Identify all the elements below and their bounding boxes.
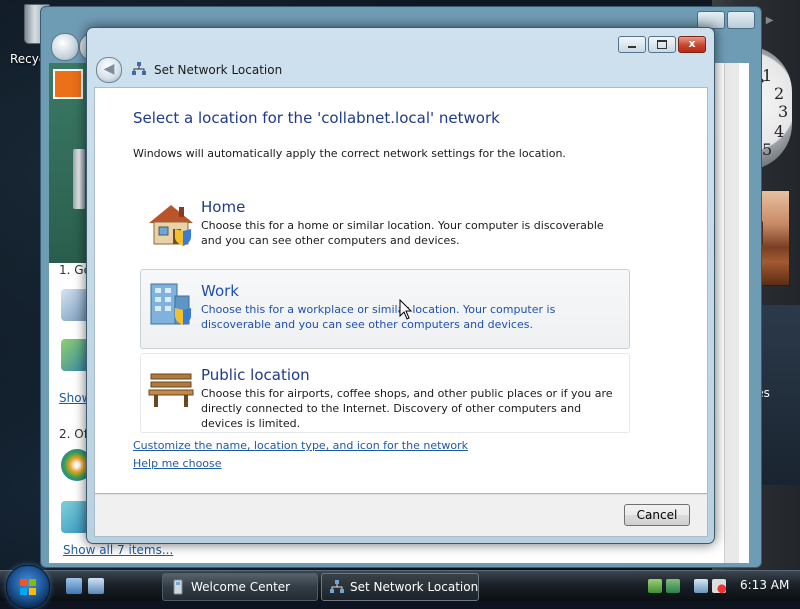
clock-number: 5 — [762, 140, 773, 159]
welcome-maximize-button[interactable] — [727, 11, 755, 29]
start-button[interactable] — [6, 565, 50, 609]
option-home-title: Home — [201, 198, 246, 216]
show-all-items-link[interactable]: Show all 7 items... — [63, 543, 173, 557]
switch-windows-icon[interactable] — [88, 578, 104, 594]
welcome-section-offers: 2. Of — [59, 427, 88, 441]
security-center-icon[interactable] — [648, 579, 662, 593]
option-public-title: Public location — [201, 366, 310, 384]
computer-icon — [73, 149, 85, 209]
system-clock[interactable]: 6:13 AM — [740, 578, 789, 592]
option-home[interactable]: Home Choose this for a home or similar l… — [140, 196, 630, 256]
mouse-cursor-icon — [399, 299, 413, 320]
tray-spacer — [684, 579, 690, 593]
welcome-back-button[interactable] — [51, 33, 79, 61]
option-public-description: Choose this for airports, coffee shops, … — [201, 387, 613, 430]
user-picture-icon — [53, 69, 83, 99]
taskbar-label: Set Network Location — [350, 580, 479, 594]
maximize-button[interactable] — [648, 36, 676, 53]
clock-number: 4 — [774, 122, 785, 141]
minimize-icon — [628, 46, 636, 48]
show-desktop-icon[interactable] — [66, 578, 82, 594]
close-button[interactable]: x — [678, 36, 706, 53]
park-bench-icon — [148, 373, 194, 407]
cancel-button[interactable]: Cancel — [624, 504, 690, 526]
network-icon — [330, 580, 344, 593]
taskbar: Welcome Center Set Network Location 6:13… — [0, 565, 800, 609]
clock-number: 3 — [778, 102, 789, 121]
maximize-icon — [657, 40, 667, 49]
help-me-choose-link[interactable]: Help me choose — [133, 457, 222, 470]
office-building-icon — [150, 283, 191, 325]
intro-text: Windows will automatically apply the cor… — [133, 147, 566, 160]
welcome-center-icon — [173, 579, 183, 595]
house-icon — [149, 205, 193, 246]
network-status-icon[interactable] — [694, 579, 708, 593]
dialog-window-controls: x — [618, 36, 706, 53]
minimize-button[interactable] — [618, 36, 646, 53]
dialog-footer: Cancel — [94, 494, 708, 537]
page-heading: Select a location for the 'collabnet.loc… — [133, 109, 500, 127]
volume-muted-icon[interactable] — [712, 579, 726, 593]
option-work-title: Work — [201, 282, 239, 300]
set-network-location-dialog: x ◀ Set Network Location Select a locati… — [86, 27, 715, 544]
option-work[interactable]: Work Choose this for a workplace or simi… — [140, 269, 630, 349]
welcome-scrollbar[interactable] — [724, 63, 739, 563]
option-home-description: Choose this for a home or similar locati… — [201, 219, 604, 247]
windows-defender-icon[interactable] — [666, 579, 680, 593]
dialog-title: Set Network Location — [154, 63, 283, 77]
network-icon — [132, 62, 146, 75]
taskbar-button-set-network-location[interactable]: Set Network Location — [321, 573, 479, 601]
clock-number: 1 — [762, 66, 773, 85]
taskbar-label: Welcome Center — [191, 580, 291, 594]
back-button[interactable]: ◀ — [96, 57, 122, 83]
system-tray — [648, 576, 726, 596]
customize-network-link[interactable]: Customize the name, location type, and i… — [133, 439, 468, 452]
dialog-body: Select a location for the 'collabnet.loc… — [94, 87, 708, 494]
clock-number: 2 — [774, 84, 785, 103]
windows-flag-icon — [20, 579, 36, 595]
option-public-location[interactable]: Public location Choose this for airports… — [140, 353, 630, 433]
sidebar-next-button[interactable]: ▶ — [766, 15, 774, 26]
taskbar-button-welcome-center[interactable]: Welcome Center — [162, 573, 318, 601]
